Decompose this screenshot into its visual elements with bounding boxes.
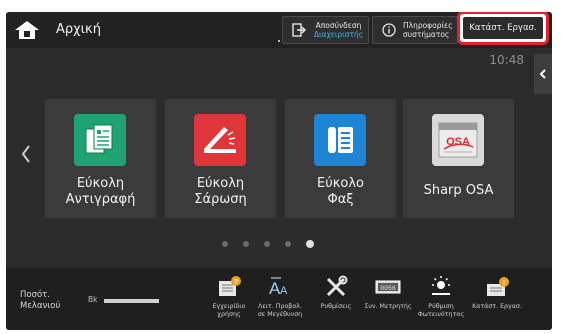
page-dot[interactable]: [222, 241, 228, 247]
zoom-label-line1: Λειτ. Προβολ.: [258, 303, 302, 310]
tile-easy-copy[interactable]: Εύκολη Αντιγραφή: [45, 99, 156, 218]
chevron-left-icon: [21, 145, 30, 163]
chevron-left-icon: [539, 69, 546, 79]
system-info-label-line1: Πληροφορίες: [403, 21, 453, 30]
system-info-label-line2: συστήματος: [403, 30, 450, 39]
home-icon: [15, 21, 39, 39]
tile-label-line1: Sharp OSA: [423, 183, 494, 198]
toner-label-line1: Ποσότ.: [20, 290, 50, 300]
tile-label-line1: Εύκολη: [76, 176, 125, 191]
page-title: Αρχική: [56, 22, 101, 37]
operation-panel-screen: Αρχική Αποσύνδεση Διαχειριστής Πληροφορί…: [6, 12, 552, 330]
svg-text:!: !: [503, 280, 505, 287]
manual-label-line2: χρήσης: [217, 311, 241, 318]
toner-level-fill: [104, 299, 159, 303]
tile-label-line2: Φαξ: [327, 192, 354, 207]
job-status-button[interactable]: Κατάστ. Εργασ.: [463, 17, 543, 39]
admin-label: Διαχειριστής: [313, 30, 364, 39]
info-icon: [379, 23, 399, 37]
font-size-icon: A A: [269, 277, 288, 298]
tile-easy-fax[interactable]: Εύκολο Φαξ: [285, 99, 396, 218]
brightness-button[interactable]: Ρύθμιση Φωτεινότητας: [414, 274, 468, 328]
counter-icon: 0056: [375, 280, 401, 294]
tile-easy-scan[interactable]: Εύκολη Σάρωση: [165, 99, 276, 218]
page-dot[interactable]: [285, 241, 291, 247]
job-status-highlight: Κατάστ. Εργασ.: [457, 12, 549, 45]
brightness-label-line2: Φωτεινότητας: [417, 311, 465, 318]
admin-logout-button[interactable]: Αποσύνδεση Διαχειριστής: [282, 16, 369, 44]
svg-text:0056: 0056: [380, 285, 396, 292]
toner-color-label: Bk: [88, 295, 98, 304]
home-button[interactable]: [11, 19, 43, 41]
page-dot-active[interactable]: [306, 240, 314, 248]
brightness-label-line1: Ρύθμιση: [428, 303, 454, 310]
zoom-label-line2: σε Μεγέθυνση: [257, 311, 303, 318]
tile-label-line1: Εύκολη: [196, 176, 245, 191]
tile-sharp-osa[interactable]: OSA Sharp OSA: [403, 99, 514, 218]
clock: 10:48: [489, 53, 524, 67]
scanner-icon: [194, 114, 246, 166]
total-counter-button[interactable]: 0056 Συν. Μετρητής: [361, 274, 415, 328]
svg-text:?: ?: [234, 279, 238, 286]
svg-text:A: A: [280, 285, 288, 297]
fax-icon: [314, 114, 366, 166]
settings-button[interactable]: Ρυθμίσεις: [309, 274, 363, 328]
logout-icon: [289, 23, 309, 37]
manual-label-line1: Εγχειρίδιο: [212, 303, 246, 310]
settings-label: Ρυθμίσεις: [320, 303, 352, 310]
tile-label-line1: Εύκολο: [317, 176, 364, 191]
manual-icon: ?: [219, 276, 241, 296]
page-indicator: [222, 239, 314, 249]
zoom-display-button[interactable]: A A Λειτ. Προβολ. σε Μεγέθυνση: [253, 274, 307, 328]
toner-level-bar: [104, 299, 159, 303]
page-dot[interactable]: [264, 241, 270, 247]
job-status-icon: !: [487, 277, 509, 296]
tile-label-line2: Σάρωση: [194, 192, 247, 207]
toner-label-line2: Μελανιού: [20, 301, 61, 311]
tile-label-line2: Αντιγραφή: [65, 192, 136, 207]
copy-document-icon: [74, 114, 126, 166]
counter-label: Συν. Μετρητής: [364, 303, 412, 310]
page-dot[interactable]: [243, 241, 249, 247]
job-status-label: Κατάστ. Εργασ.: [472, 303, 522, 310]
toner-quantity-label: Ποσότ. Μελανιού: [20, 290, 60, 312]
sharp-osa-icon: OSA: [432, 114, 484, 166]
manual-button[interactable]: ? Εγχειρίδιο χρήσης: [202, 274, 256, 328]
logout-label: Αποσύνδεση: [315, 21, 362, 30]
job-status-bottom-button[interactable]: ! Κατάστ. Εργασ.: [470, 274, 524, 328]
system-info-button[interactable]: Πληροφορίες συστήματος: [372, 16, 458, 44]
tools-icon: [326, 275, 348, 297]
brightness-icon: [432, 276, 450, 295]
side-panel-tab[interactable]: [534, 54, 552, 94]
separator-dot: [278, 40, 280, 42]
bottom-bar: Ποσότ. Μελανιού Bk ? Εγχειρίδιο χρήσης A…: [6, 268, 552, 330]
top-bar: Αρχική Αποσύνδεση Διαχειριστής Πληροφορί…: [6, 12, 552, 48]
previous-page-arrow[interactable]: [18, 144, 34, 164]
